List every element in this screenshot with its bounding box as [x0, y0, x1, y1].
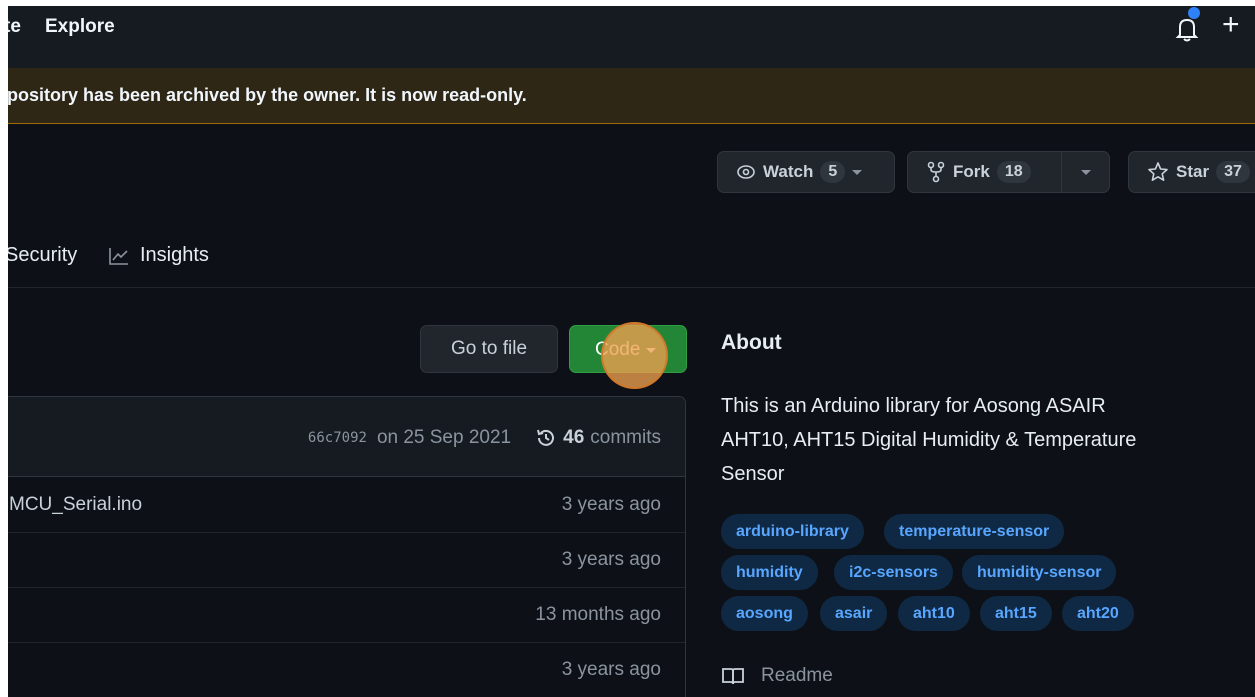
caret-down-icon[interactable]: [1081, 170, 1091, 175]
topic-tag[interactable]: i2c-sensors: [834, 555, 953, 590]
commit-count: 46: [563, 427, 585, 448]
book-icon: [722, 668, 744, 685]
topic-tag[interactable]: temperature-sensor: [884, 514, 1065, 549]
header-link-truncated[interactable]: te: [8, 16, 21, 38]
commits-label: commits: [590, 427, 661, 448]
file-age: 3 years ago: [561, 549, 661, 570]
plus-icon[interactable]: +: [1222, 8, 1240, 42]
topic-tag[interactable]: humidity: [721, 555, 818, 590]
tab-insights-label: Insights: [140, 244, 209, 266]
readme-link[interactable]: Readme: [721, 665, 833, 687]
eye-icon: [737, 165, 755, 179]
notification-dot: [1188, 7, 1200, 19]
topic-tag[interactable]: arduino-library: [721, 514, 864, 549]
topic-tag[interactable]: humidity-sensor: [962, 555, 1117, 590]
fork-button[interactable]: Fork 18: [907, 151, 1110, 193]
topic-tag[interactable]: aosong: [721, 596, 808, 631]
readme-label: Readme: [761, 665, 833, 686]
archived-banner: pository has been archived by the owner.…: [8, 68, 1255, 124]
file-row[interactable]: 3 years ago: [8, 533, 685, 588]
star-label: Star: [1176, 162, 1210, 181]
go-to-file-button[interactable]: Go to file: [420, 325, 558, 373]
commit-date: on 25 Sep 2021: [376, 427, 512, 448]
commit-info: 66c7092 on 25 Sep 2021 46 commits: [308, 427, 661, 449]
file-row[interactable]: MCU_Serial.ino 3 years ago: [8, 478, 685, 533]
repo-nav: Security Insights: [8, 232, 1255, 288]
bell-icon[interactable]: [1172, 14, 1202, 44]
caret-down-icon: [852, 169, 863, 175]
commits-link[interactable]: 46 commits: [535, 427, 661, 449]
archived-banner-text: pository has been archived by the owner.…: [8, 85, 527, 105]
file-table: 66c7092 on 25 Sep 2021 46 commits MCU_Se…: [8, 396, 686, 697]
graph-icon: [109, 247, 128, 265]
commit-hash[interactable]: 66c7092: [308, 430, 367, 446]
watch-count: 5: [820, 161, 846, 183]
star-button[interactable]: Star 37: [1128, 151, 1255, 193]
fork-count: 18: [996, 161, 1031, 183]
file-name[interactable]: MCU_Serial.ino: [9, 494, 142, 516]
top-header: te Explore +: [8, 6, 1255, 68]
history-icon: [537, 429, 555, 446]
fork-icon: [927, 161, 945, 183]
browser-page: te Explore + pository has been archived …: [8, 6, 1255, 697]
tab-security-label: Security: [8, 244, 78, 266]
topic-tag[interactable]: aht15: [980, 596, 1052, 631]
file-row[interactable]: 13 months ago: [8, 588, 685, 643]
topic-tag[interactable]: asair: [820, 596, 888, 631]
file-age: 3 years ago: [561, 494, 661, 515]
fork-label: Fork: [953, 162, 990, 181]
file-age: 3 years ago: [561, 659, 661, 680]
watch-label: Watch: [763, 162, 814, 181]
topic-tag[interactable]: aht20: [1062, 596, 1134, 631]
latest-commit-row: 66c7092 on 25 Sep 2021 46 commits: [8, 397, 685, 477]
about-description: This is an Arduino library for Aosong AS…: [721, 395, 1137, 485]
star-icon: [1148, 162, 1168, 181]
star-count: 37: [1216, 161, 1250, 183]
file-age: 13 months ago: [535, 604, 661, 625]
file-row[interactable]: 3 years ago: [8, 643, 685, 697]
click-indicator: [601, 322, 668, 389]
tab-security[interactable]: Security: [8, 244, 77, 267]
header-link-explore[interactable]: Explore: [45, 16, 115, 38]
fork-divider: [1061, 152, 1062, 192]
about-heading: About: [721, 331, 782, 354]
tab-insights[interactable]: Insights: [108, 244, 209, 267]
topic-tag[interactable]: aht10: [898, 596, 970, 631]
watch-button[interactable]: Watch 5: [717, 151, 895, 193]
